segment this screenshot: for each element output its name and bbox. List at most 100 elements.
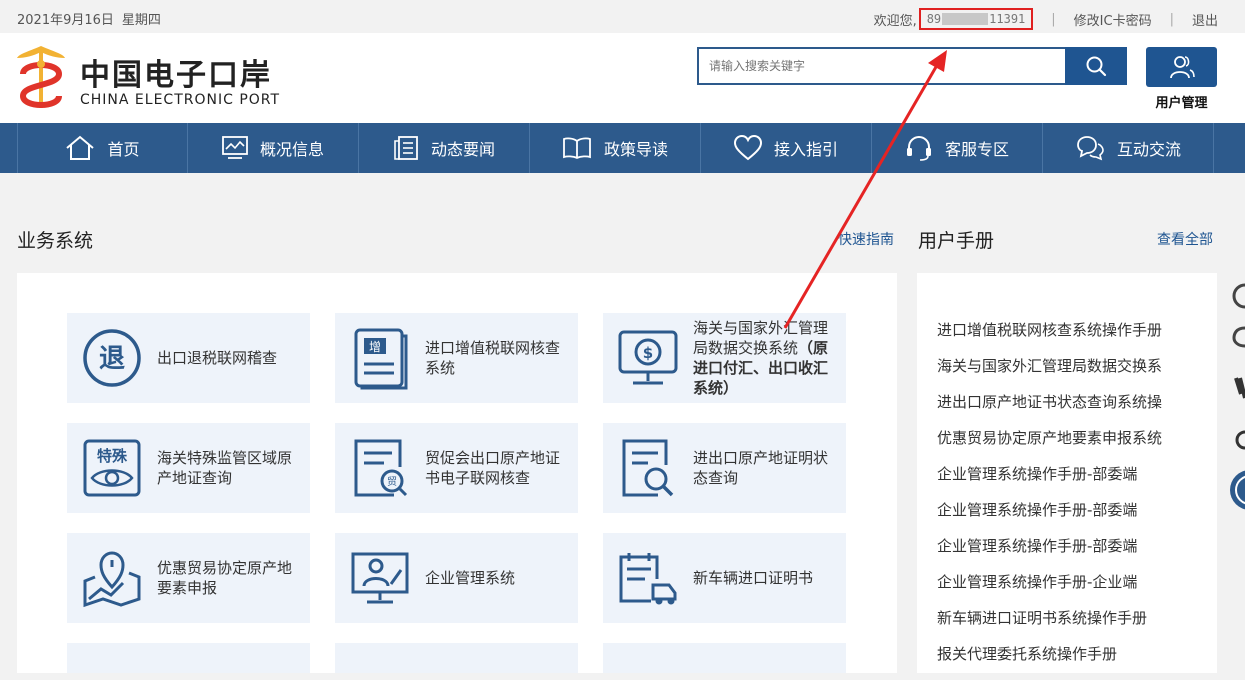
svg-text:$: $ [643,344,653,362]
system-card-import-vat[interactable]: 增 进口增值税联网核查系统 [335,313,578,403]
card-label: 出口退税联网稽查 [157,349,278,367]
floating-toolbar [1228,270,1245,520]
user-manual-panel: 进口增值税联网核查系统操作手册 海关与国家外汇管理局数据交换系 进出口原产地证书… [917,273,1217,673]
book-icon [563,137,591,160]
nav-label: 互动交流 [1116,140,1181,159]
vat-icon-text: 增 [369,340,381,354]
nav-item-customer-service[interactable]: 客服专区 [872,123,1043,173]
user-manual-title: 用户手册 [918,230,995,252]
nav-label: 概况信息 [259,140,324,159]
special-zone-icon-text: 特殊 [97,447,128,465]
date-display: 2021年9月16日 星期四 [17,9,169,28]
system-card-special-zone[interactable]: 特殊 海关特殊监管区域原产地证查询 [67,423,310,513]
tax-refund-icon: 退 [83,329,141,387]
user-id-suffix: 11391 [989,12,1026,26]
caduceus-logo-icon [17,46,65,108]
system-card-enterprise-management[interactable]: 企业管理系统 [335,533,578,623]
nav-label: 接入指引 [773,140,838,159]
card-icon: 贸 [335,423,425,513]
nav-label: 客服专区 [944,140,1009,159]
system-card-ccpit-origin[interactable]: 贸 贸促会出口原产地证书电子联网核查 [335,423,578,513]
nav-label: 首页 [107,140,140,159]
site-logo[interactable]: 中国电子口岸 CHINA ELECTRONIC PORT [15,42,295,114]
logo-chinese-name: 中国电子口岸 [80,58,272,93]
nav-item-policy[interactable]: 政策导读 [530,123,701,173]
search-input[interactable] [697,47,1087,85]
card-label: 进口增值税联网核查系统 [425,339,561,377]
system-card-new-vehicle[interactable]: 新车辆进口证明书 [603,533,846,623]
manual-item[interactable]: 进口增值税联网核查系统操作手册 [937,320,1162,356]
card-icon: 特殊 [67,423,157,513]
map-pin-icon [83,551,141,608]
manual-item[interactable]: 进出口原产地证书状态查询系统操 [937,392,1162,428]
business-systems-title: 业务系统 [17,230,94,252]
card-icon [603,423,693,513]
system-card-partial[interactable] [335,643,578,673]
welcome-text: 欢迎您, [873,13,917,29]
card-label: 海关特殊监管区域原产地证查询 [157,449,293,487]
business-systems-panel: 退 出口退税联网稽查 增 进口增值税联网核查系统 $ 海关与国家外汇管理局数据交… [17,273,897,673]
users-icon [1169,56,1195,79]
ccpit-icon-text: 贸 [387,476,397,488]
card-icon: $ [603,313,693,403]
user-management-label: 用户管理 [1155,96,1208,111]
card-label: 新车辆进口证明书 [693,569,814,587]
tax-refund-icon-text: 退 [99,344,125,374]
card-label: 优惠贸易协定原产地要素申报 [157,559,293,597]
search-bar [697,47,1127,85]
vat-document-icon: 增 [354,328,408,390]
special-zone-icon: 特殊 [83,439,141,497]
separator: | [1169,11,1174,27]
card-icon [67,533,157,623]
logout-link[interactable]: 退出 [1192,10,1218,29]
user-management-box[interactable] [1146,47,1217,87]
logo-english-name: CHINA ELECTRONIC PORT [80,92,281,108]
manual-item[interactable]: 新车辆进口证明书系统操作手册 [937,608,1162,644]
user-id-mask [942,13,989,25]
system-card-partial[interactable] [67,643,310,673]
card-label: 贸促会出口原产地证书电子联网核查 [425,449,561,487]
manual-item[interactable]: 海关与国家外汇管理局数据交换系 [937,356,1162,392]
manual-item[interactable]: 企业管理系统操作手册-部委端 [937,536,1162,572]
nav-item-interaction[interactable]: 互动交流 [1043,123,1214,173]
headset-icon [906,135,931,161]
card-icon: 增 [335,313,425,403]
manual-item[interactable]: 企业管理系统操作手册-企业端 [937,572,1162,608]
card-label: 企业管理系统 [425,569,516,587]
system-card-forex-exchange[interactable]: $ 海关与国家外汇管理局数据交换系统（原进口付汇、出口收汇系统） [603,313,846,403]
nav-item-news[interactable]: 动态要闻 [359,123,530,173]
forex-monitor-icon: $ [618,330,678,385]
search-button[interactable] [1065,47,1127,85]
system-card-preferential-trade[interactable]: 优惠贸易协定原产地要素申报 [67,533,310,623]
search-icon [1086,56,1107,77]
header: 中国电子口岸 CHINA ELECTRONIC PORT 用户管理 [0,33,1245,123]
floating-tools-icon[interactable] [1228,270,1245,520]
view-all-link[interactable]: 查看全部 [1157,229,1213,249]
nav-label: 政策导读 [603,140,668,159]
nav-item-access-guide[interactable]: 接入指引 [701,123,872,173]
system-card-partial[interactable] [603,643,846,673]
nav-item-home[interactable]: 首页 [17,123,188,173]
top-bar: 2021年9月16日 星期四 欢迎您, 89 11391 | 修改IC卡密码 | 退… [0,0,1245,33]
weekday-text: 星期四 [121,13,161,28]
quick-guide-link[interactable]: 快速指南 [838,229,894,249]
manual-item[interactable]: 企业管理系统操作手册-部委端 [937,500,1162,536]
vehicle-icon [619,553,677,605]
nav-item-overview[interactable]: 概况信息 [188,123,359,173]
system-card-export-tax-refund[interactable]: 退 出口退税联网稽查 [67,313,310,403]
user-management-button[interactable]: 用户管理 [1146,47,1217,123]
main-nav: 首页 概况信息 动态要闻 政策导读 接入指引 客服专区 互动交流 [0,123,1245,173]
user-id-prefix: 89 [926,12,942,26]
card-label: 进出口原产地证明状态查询 [693,449,829,487]
card-icon: 退 [67,313,157,403]
manual-item[interactable]: 企业管理系统操作手册-部委端 [937,464,1162,500]
change-password-link[interactable]: 修改IC卡密码 [1074,10,1152,29]
user-links: 欢迎您, 89 11391 | 修改IC卡密码 | 退出 [874,8,1218,30]
manual-item[interactable]: 报关代理委托系统操作手册 [937,644,1162,680]
manual-item[interactable]: 优惠贸易协定原产地要素申报系统 [937,428,1162,464]
nav-label: 动态要闻 [430,140,495,159]
chat-icon [1077,136,1104,161]
system-card-origin-status[interactable]: 进出口原产地证明状态查询 [603,423,846,513]
home-icon [66,135,95,160]
card-icon [603,533,693,623]
